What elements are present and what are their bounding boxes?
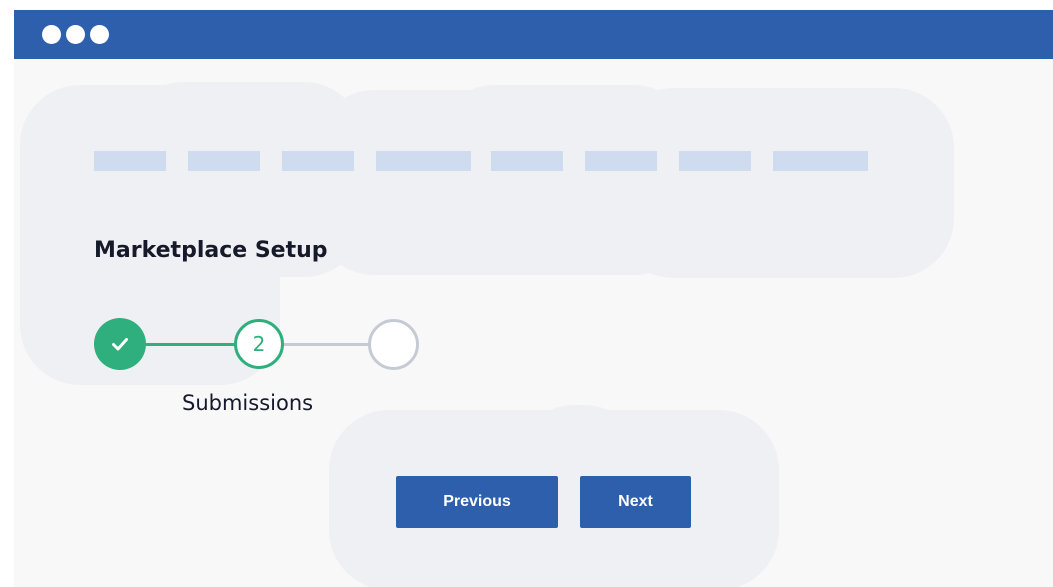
check-icon	[112, 338, 128, 351]
step-connector-upcoming	[284, 343, 372, 346]
step-connector-complete	[146, 343, 236, 346]
step-label: Submissions	[182, 391, 314, 415]
next-button[interactable]: Next	[580, 476, 691, 528]
step-2-current[interactable]: 2	[234, 319, 284, 369]
step-number: 2	[252, 332, 266, 356]
step-1-complete[interactable]	[94, 318, 146, 370]
app-window: Marketplace Setup 2 Submissions Previous…	[14, 10, 1053, 587]
step-3-upcoming[interactable]	[368, 319, 419, 370]
previous-button[interactable]: Previous	[396, 476, 558, 528]
